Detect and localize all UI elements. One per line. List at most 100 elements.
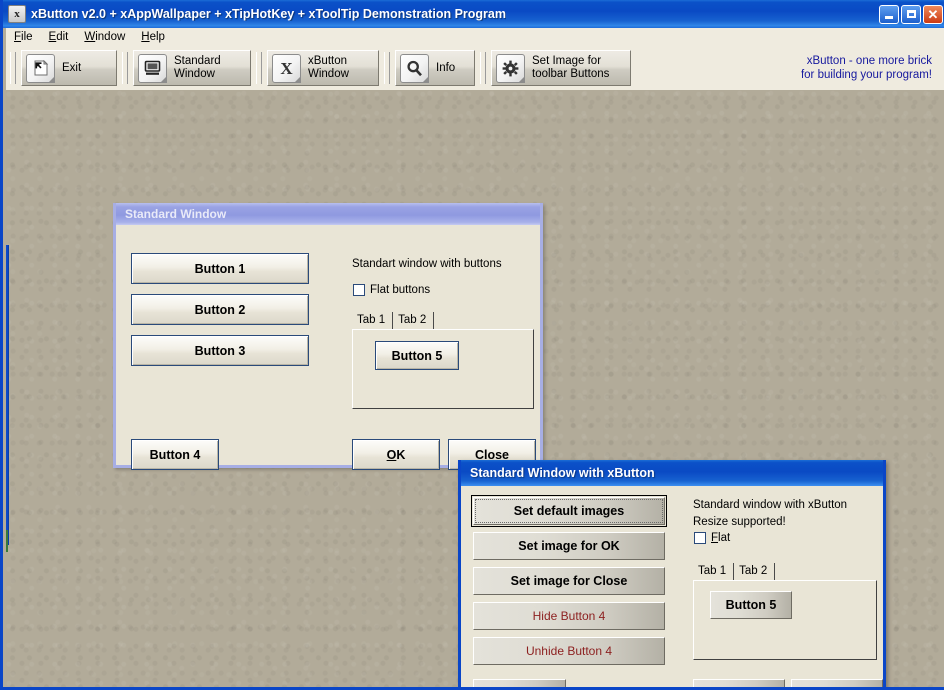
dialog1-button-1[interactable]: Button 1 <box>131 253 309 284</box>
dialog1-button-1-label: Button 1 <box>194 261 246 276</box>
x-letter-icon: X <box>272 53 301 83</box>
app-icon: x <box>8 5 26 23</box>
dialog2-checkbox-box[interactable] <box>694 532 706 544</box>
background-window-edge-2 <box>6 530 8 552</box>
dialog2-tab-2[interactable]: Tab 2 <box>734 563 776 580</box>
dialog2-set-image-for-close-button[interactable]: Set image for Close <box>473 567 665 595</box>
dialog2-hide-button-4-button[interactable]: Hide Button 4 <box>473 602 665 630</box>
dialog1-button-2[interactable]: Button 2 <box>131 294 309 325</box>
magnifier-icon <box>400 53 429 83</box>
dialog2-unhide-button-4-label: Unhide Button 4 <box>525 644 613 658</box>
dialog2-hide-button-4-label: Hide Button 4 <box>532 609 606 623</box>
menu-window-rest: indow <box>95 31 126 43</box>
menu-file-rest: ile <box>21 31 33 43</box>
application-root: x xButton v2.0 + xAppWallpaper + xTipHot… <box>0 0 944 690</box>
desktop-wallpaper: Standard Window Button 1 Button 2 Button… <box>6 90 944 687</box>
dialog2-checkbox-label: Flat <box>711 532 731 544</box>
toolbar-button-set-image[interactable]: Set Image for toolbar Buttons <box>491 50 631 86</box>
menu-item-help[interactable]: Help <box>133 30 173 44</box>
main-window-frame: x xButton v2.0 + xAppWallpaper + xTipHot… <box>0 0 944 690</box>
dialog2-button-4[interactable]: Button 4 <box>473 679 566 687</box>
dialog2-description-line-2: Resize supported! <box>693 516 786 528</box>
checkmark-icon: ✓ <box>719 686 731 688</box>
dialog2-description-line-1: Standard window with xButton <box>693 499 848 511</box>
menu-item-file[interactable]: File <box>6 30 41 44</box>
dialog1-ok-label: OK <box>386 447 406 462</box>
close-icon: ✕ <box>927 6 939 22</box>
close-button[interactable]: ✕ <box>923 4 943 24</box>
dialog2-title: Standard Window with xButton <box>470 466 655 480</box>
toolbar-grip[interactable] <box>10 52 16 84</box>
dialog2-tab-control: Tab 1 Tab 2 Button 5 <box>693 562 877 660</box>
toolbar-button-info[interactable]: Info <box>395 50 475 86</box>
toolbar-grip-4 <box>384 52 390 84</box>
dialog1-description: Standart window with buttons <box>352 258 502 270</box>
window-title: xButton v2.0 + xAppWallpaper + xTipHotKe… <box>31 7 506 21</box>
menu-edit-rest: dit <box>56 31 69 43</box>
menu-item-window[interactable]: Window <box>76 30 133 44</box>
dialog1-checkbox-box[interactable] <box>353 284 365 296</box>
dialog1-button-3-label: Button 3 <box>194 343 246 358</box>
dialog-standard-window-with-xbutton: Standard Window with xButton Set default… <box>458 460 886 687</box>
dialog2-ok-button[interactable]: ✓ OK <box>693 679 785 687</box>
dialog1-tab-1[interactable]: Tab 1 <box>352 312 394 329</box>
dialog1-tab-1-label: Tab 1 <box>357 314 386 326</box>
toolbar: Exit Standard Window X xButton Window In… <box>6 46 944 91</box>
maximize-icon <box>906 10 916 18</box>
toolbar-grip-3 <box>256 52 262 84</box>
toolbar-button-set-image-label: Set Image for toolbar Buttons <box>532 55 610 80</box>
background-window-edge[interactable] <box>6 245 9 545</box>
dialog2-tab-panel: Button 5 <box>693 580 877 660</box>
dialog2-set-image-for-close-label: Set image for Close <box>510 574 628 588</box>
dialog2-unhide-button-4-button[interactable]: Unhide Button 4 <box>473 637 665 665</box>
dialog1-body: Button 1 Button 2 Button 3 Button 4 Stan… <box>116 225 540 470</box>
toolbar-button-xbutton-window[interactable]: X xButton Window <box>267 50 379 86</box>
dialog2-set-default-images-button[interactable]: Set default images <box>471 495 667 527</box>
dialog1-ok-button[interactable]: OK <box>352 439 440 470</box>
dialog2-tab-1[interactable]: Tab 1 <box>693 563 735 580</box>
menu-help-rest: elp <box>149 31 165 43</box>
toolbar-grip-2 <box>122 52 128 84</box>
maximize-button[interactable] <box>901 4 921 24</box>
dialog2-close-button[interactable]: ✕ Close <box>791 679 883 687</box>
dialog2-set-image-for-ok-label: Set image for OK <box>518 539 620 553</box>
menu-item-edit[interactable]: Edit <box>41 30 77 44</box>
dialog1-titlebar[interactable]: Standard Window <box>116 203 540 225</box>
minimize-button[interactable] <box>879 4 899 24</box>
minimize-icon <box>885 15 893 19</box>
dialog1-button-4[interactable]: Button 4 <box>131 439 219 470</box>
toolbar-button-exit-label: Exit <box>62 61 82 74</box>
dialog2-button-5-label: Button 5 <box>725 598 777 612</box>
dialog1-button-5[interactable]: Button 5 <box>375 341 459 370</box>
toolbar-button-exit[interactable]: Exit <box>21 50 117 86</box>
monitor-icon <box>138 53 167 83</box>
dialog2-tab-2-label: Tab 2 <box>739 565 768 577</box>
dialog2-tabstrip: Tab 1 Tab 2 <box>693 562 877 580</box>
gear-icon <box>496 53 525 83</box>
cross-icon: ✕ <box>810 686 822 688</box>
dialog1-button-5-label: Button 5 <box>391 348 443 363</box>
dialog1-tabstrip: Tab 1 Tab 2 <box>352 311 534 329</box>
toolbar-button-info-label: Info <box>436 61 456 74</box>
dialog1-flat-buttons-checkbox[interactable]: Flat buttons <box>353 284 430 296</box>
toolbar-grip-5 <box>480 52 486 84</box>
dialog2-flat-checkbox[interactable]: Flat <box>694 532 730 544</box>
dialog1-tab-control: Tab 1 Tab 2 Button 5 <box>352 311 534 409</box>
dialog1-button-3[interactable]: Button 3 <box>131 335 309 366</box>
toolbar-tagline: xButton - one more brick for building yo… <box>800 55 932 81</box>
dialog2-titlebar[interactable]: Standard Window with xButton <box>461 460 883 486</box>
dialog1-button-2-label: Button 2 <box>194 302 246 317</box>
dialog1-tab-panel: Button 5 <box>352 329 534 409</box>
dialog2-button-5[interactable]: Button 5 <box>710 591 792 619</box>
dialog1-tab-2[interactable]: Tab 2 <box>393 312 435 329</box>
dialog-standard-window: Standard Window Button 1 Button 2 Button… <box>113 203 543 470</box>
dialog2-tab-1-label: Tab 1 <box>698 565 727 577</box>
dialog1-checkbox-label: Flat buttons <box>370 284 431 296</box>
toolbar-button-xbutton-window-label: xButton Window <box>308 55 349 80</box>
dialog2-set-image-for-ok-button[interactable]: Set image for OK <box>473 532 665 560</box>
toolbar-button-standard-window[interactable]: Standard Window <box>133 50 251 86</box>
dialog1-title: Standard Window <box>125 207 227 221</box>
dialog1-button-4-label: Button 4 <box>149 447 201 462</box>
page-arrow-icon <box>26 53 55 83</box>
window-controls: ✕ <box>879 4 943 24</box>
